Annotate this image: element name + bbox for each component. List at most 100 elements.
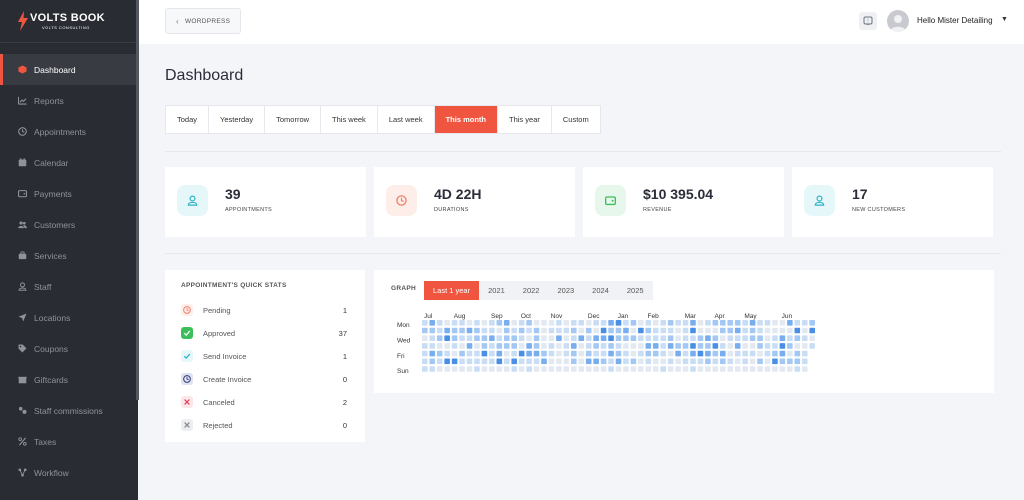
heatmap-cell[interactable] bbox=[682, 320, 689, 326]
sidebar-item-appointments[interactable]: Appointments bbox=[0, 116, 138, 147]
heatmap-cell[interactable] bbox=[556, 366, 562, 372]
heatmap-cell[interactable] bbox=[548, 327, 555, 334]
sidebar-scrollbar[interactable] bbox=[136, 0, 139, 400]
brand-logo[interactable]: VOLTS BOOK VOLTS CONSULTING bbox=[0, 0, 138, 43]
heatmap-cell[interactable] bbox=[563, 320, 570, 326]
heatmap-cell[interactable] bbox=[481, 366, 488, 372]
heatmap-cell[interactable] bbox=[578, 320, 585, 326]
heatmap-cell[interactable] bbox=[593, 366, 599, 372]
heatmap-cell[interactable] bbox=[474, 335, 480, 341]
heatmap-cell[interactable] bbox=[712, 358, 719, 365]
heatmap-cell[interactable] bbox=[667, 320, 674, 326]
heatmap-cell[interactable] bbox=[481, 335, 488, 341]
heatmap-cell[interactable] bbox=[563, 343, 570, 349]
heatmap-cell[interactable] bbox=[757, 335, 763, 341]
heatmap-cell[interactable] bbox=[600, 366, 607, 372]
heatmap-cell[interactable] bbox=[623, 358, 629, 365]
heatmap-cell[interactable] bbox=[787, 335, 793, 341]
heatmap-cell[interactable] bbox=[556, 335, 562, 341]
heatmap-cell[interactable] bbox=[422, 343, 428, 349]
heatmap-cell[interactable] bbox=[436, 327, 443, 334]
tab-this-year[interactable]: This year bbox=[498, 106, 552, 133]
heatmap-cell[interactable] bbox=[444, 335, 450, 341]
heatmap-cell[interactable] bbox=[801, 366, 808, 372]
heatmap-cell[interactable] bbox=[466, 350, 473, 357]
heatmap-cell[interactable] bbox=[720, 350, 726, 357]
heatmap-cell[interactable] bbox=[533, 366, 540, 372]
heatmap-cell[interactable] bbox=[459, 320, 465, 326]
heatmap-cell[interactable] bbox=[608, 343, 614, 349]
heatmap-cell[interactable] bbox=[496, 335, 503, 341]
heatmap-cell[interactable] bbox=[422, 327, 428, 334]
heatmap-cell[interactable] bbox=[451, 320, 458, 326]
avatar[interactable] bbox=[887, 10, 909, 32]
heatmap-cell[interactable] bbox=[682, 366, 689, 372]
heatmap-cell[interactable] bbox=[652, 320, 659, 326]
heatmap-cell[interactable] bbox=[801, 335, 808, 341]
heatmap-cell[interactable] bbox=[585, 320, 592, 326]
heatmap-cell[interactable] bbox=[518, 366, 525, 372]
heatmap-cell[interactable] bbox=[720, 335, 726, 341]
heatmap-cell[interactable] bbox=[466, 335, 473, 341]
help-icon[interactable]: ! bbox=[859, 12, 877, 30]
heatmap-cell[interactable] bbox=[727, 335, 734, 341]
heatmap-cell[interactable] bbox=[526, 350, 532, 357]
heatmap-cell[interactable] bbox=[585, 366, 592, 372]
heatmap-cell[interactable] bbox=[459, 327, 465, 334]
heatmap-cell[interactable] bbox=[720, 327, 726, 334]
heatmap-cell[interactable] bbox=[593, 358, 599, 365]
heatmap-cell[interactable] bbox=[764, 327, 771, 334]
heatmap-cell[interactable] bbox=[459, 366, 465, 372]
heatmap-cell[interactable] bbox=[429, 366, 436, 372]
heatmap-cell[interactable] bbox=[556, 320, 562, 326]
heatmap-cell[interactable] bbox=[787, 366, 793, 372]
heatmap-cell[interactable] bbox=[503, 320, 510, 326]
heatmap-cell[interactable] bbox=[690, 343, 696, 349]
heatmap-cell[interactable] bbox=[712, 343, 719, 349]
heatmap-cell[interactable] bbox=[578, 350, 585, 357]
heatmap-cell[interactable] bbox=[690, 358, 696, 365]
heatmap-cell[interactable] bbox=[801, 350, 808, 357]
heatmap-cell[interactable] bbox=[720, 358, 726, 365]
heatmap-cell[interactable] bbox=[593, 343, 599, 349]
heatmap-cell[interactable] bbox=[742, 358, 748, 365]
heatmap-cell[interactable] bbox=[578, 358, 585, 365]
heatmap-cell[interactable] bbox=[548, 358, 555, 365]
heatmap-cell[interactable] bbox=[481, 343, 488, 349]
heatmap-cell[interactable] bbox=[794, 320, 801, 326]
heatmap-cell[interactable] bbox=[571, 366, 577, 372]
heatmap-cell[interactable] bbox=[675, 350, 681, 357]
heatmap-cell[interactable] bbox=[600, 358, 607, 365]
heatmap-cell[interactable] bbox=[526, 327, 532, 334]
heatmap-cell[interactable] bbox=[787, 343, 793, 349]
heatmap-cell[interactable] bbox=[764, 350, 771, 357]
heatmap-cell[interactable] bbox=[764, 366, 771, 372]
heatmap-cell[interactable] bbox=[615, 366, 622, 372]
heatmap-cell[interactable] bbox=[787, 320, 793, 326]
heatmap-cell[interactable] bbox=[645, 358, 652, 365]
heatmap-cell[interactable] bbox=[436, 350, 443, 357]
heatmap-cell[interactable] bbox=[638, 343, 644, 349]
heatmap-cell[interactable] bbox=[757, 366, 763, 372]
heatmap-cell[interactable] bbox=[600, 327, 607, 334]
heatmap-cell[interactable] bbox=[533, 350, 540, 357]
heatmap-cell[interactable] bbox=[660, 320, 666, 326]
heatmap-cell[interactable] bbox=[474, 343, 480, 349]
heatmap-cell[interactable] bbox=[742, 366, 748, 372]
heatmap-cell[interactable] bbox=[652, 335, 659, 341]
heatmap-cell[interactable] bbox=[429, 350, 436, 357]
heatmap-cell[interactable] bbox=[660, 343, 666, 349]
heatmap-cell[interactable] bbox=[779, 343, 786, 349]
heatmap-cell[interactable] bbox=[749, 343, 756, 349]
heatmap-cell[interactable] bbox=[503, 327, 510, 334]
heatmap-cell[interactable] bbox=[511, 350, 517, 357]
heatmap-cell[interactable] bbox=[734, 350, 741, 357]
heatmap-cell[interactable] bbox=[608, 358, 614, 365]
heatmap-cell[interactable] bbox=[630, 327, 637, 334]
heatmap-cell[interactable] bbox=[652, 327, 659, 334]
heatmap-cell[interactable] bbox=[787, 358, 793, 365]
heatmap-cell[interactable] bbox=[422, 320, 428, 326]
heatmap-cell[interactable] bbox=[474, 350, 480, 357]
heatmap-cell[interactable] bbox=[712, 350, 719, 357]
heatmap-cell[interactable] bbox=[623, 327, 629, 334]
